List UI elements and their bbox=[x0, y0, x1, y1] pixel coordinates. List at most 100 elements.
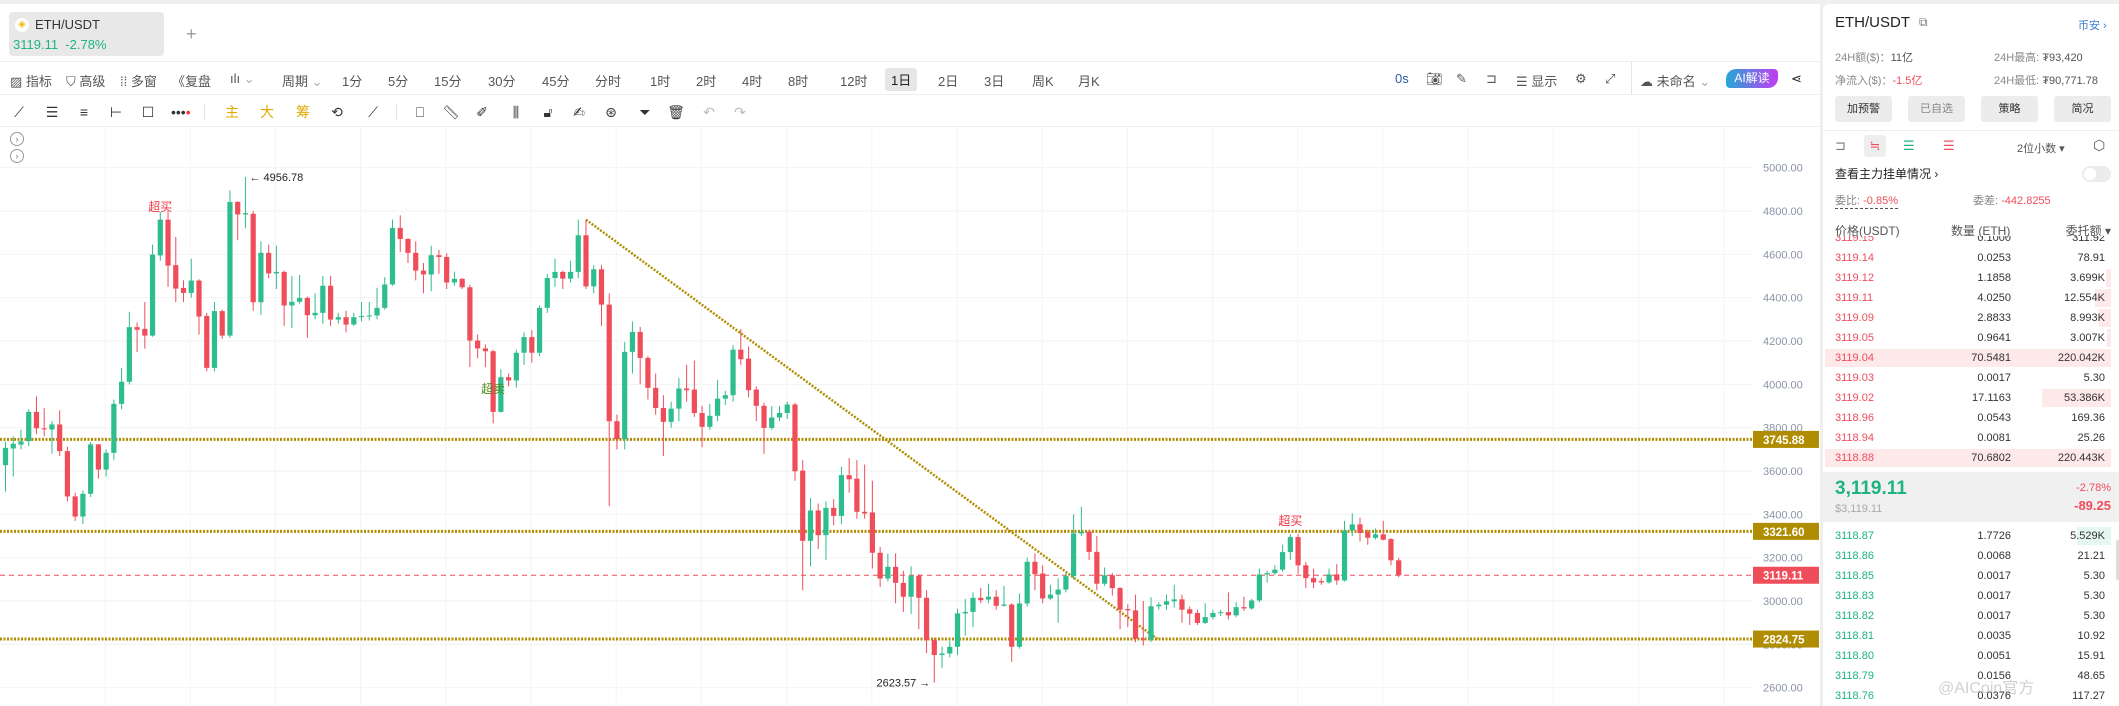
sync-draw-icon[interactable]: ⟲ bbox=[328, 103, 346, 121]
horizontal-line-icon[interactable]: ⊢ bbox=[107, 103, 125, 121]
period-1h[interactable]: 1时 bbox=[650, 71, 670, 90]
period-8h[interactable]: 8时 bbox=[788, 71, 808, 90]
candle-down bbox=[560, 271, 566, 279]
unlock-icon[interactable]: 🔓︎ bbox=[539, 103, 557, 121]
candle-up bbox=[273, 271, 279, 274]
ask-row[interactable]: 3119.14 0.0253 78.91 bbox=[1823, 248, 2113, 268]
period-4h[interactable]: 4时 bbox=[742, 71, 762, 90]
main-orders-toggle[interactable] bbox=[2082, 166, 2111, 182]
settings-icon[interactable]: ⬡ bbox=[2093, 137, 2105, 154]
watchlist-button[interactable]: 已自选 bbox=[1908, 96, 1965, 122]
ask-row[interactable]: 3119.03 0.0017 5.30 bbox=[1823, 368, 2113, 388]
ask-row[interactable]: 3118.88 70.6802 220.443K bbox=[1823, 448, 2113, 468]
notes-icon[interactable]: ✍ bbox=[570, 103, 588, 121]
period-15m[interactable]: 15分 bbox=[434, 71, 461, 90]
display-button[interactable]: ☰ 显示 bbox=[1516, 71, 1557, 90]
copy-icon[interactable]: ⧉ bbox=[1919, 15, 1928, 30]
magnet-icon[interactable]: ⊛ bbox=[602, 103, 620, 121]
chips-button[interactable]: 筹 bbox=[294, 103, 312, 121]
bid-row[interactable]: 3118.87 1.7726 5.529K bbox=[1823, 526, 2113, 546]
settings-gear-icon[interactable]: ⚙ bbox=[1575, 71, 1587, 87]
add-alert-button[interactable]: 加预警 bbox=[1835, 96, 1892, 122]
period-2d[interactable]: 2日 bbox=[938, 71, 958, 90]
main-orders-link[interactable]: 查看主力挂单情况 › bbox=[1835, 165, 1938, 182]
candle-down bbox=[1009, 604, 1015, 647]
multi-window-button[interactable]: ⁞⁞ 多窗 bbox=[120, 71, 157, 90]
big-order-button[interactable]: 大 bbox=[258, 103, 276, 121]
pencil-icon[interactable]: ✎ bbox=[1456, 71, 1467, 87]
bid-row[interactable]: 3118.85 0.0017 5.30 bbox=[1823, 566, 2113, 586]
symbol-tab[interactable]: ◈ ETH/USDT 3119.11 -2.78% bbox=[9, 12, 164, 56]
candle-up bbox=[1218, 612, 1224, 614]
rectangle-icon[interactable]: ☐ bbox=[139, 103, 157, 121]
book-asks-icon[interactable]: ☰ bbox=[1943, 138, 1955, 154]
undo-icon[interactable]: ↶ bbox=[700, 103, 718, 121]
bid-row[interactable]: 3118.82 0.0017 5.30 bbox=[1823, 606, 2113, 626]
add-tab-button[interactable]: + bbox=[186, 24, 197, 45]
period-month[interactable]: 月K bbox=[1078, 71, 1100, 90]
add-window-icon[interactable]: ⊐ bbox=[1486, 71, 1497, 87]
ask-row[interactable]: 3119.11 4.0250 12.554K bbox=[1823, 288, 2113, 308]
decimals-dropdown[interactable]: 2位小数 ▾ bbox=[2017, 140, 2065, 156]
bid-row[interactable]: 3118.81 0.0035 10.92 bbox=[1823, 626, 2113, 646]
chart-type-button[interactable]: ılı ⌄ bbox=[230, 71, 255, 87]
candles-icon[interactable]: ⫼ bbox=[507, 103, 525, 121]
period-3d[interactable]: 3日 bbox=[984, 71, 1004, 90]
book-bids-icon[interactable]: ☰ bbox=[1903, 138, 1915, 154]
order-price: 3118.94 bbox=[1835, 432, 1874, 444]
ask-row[interactable]: 3118.96 0.0543 169.36 bbox=[1823, 408, 2113, 428]
period-1d[interactable]: 1日 bbox=[885, 68, 918, 91]
expand-panel-icon[interactable]: › bbox=[10, 132, 24, 146]
ask-row[interactable]: 3119.15 0.1000 311.92 bbox=[1823, 236, 2113, 248]
redo-icon[interactable]: ↷ bbox=[731, 103, 749, 121]
period-5m[interactable]: 5分 bbox=[388, 71, 408, 90]
period-30m[interactable]: 30分 bbox=[488, 71, 515, 90]
period-week[interactable]: 周K bbox=[1032, 71, 1054, 90]
candle-down bbox=[72, 496, 78, 517]
filter-icon[interactable]: ⏷ bbox=[636, 103, 654, 121]
ask-row[interactable]: 3119.05 0.9641 3.007K bbox=[1823, 328, 2113, 348]
period-12h[interactable]: 12时 bbox=[840, 71, 867, 90]
bookmark-icon[interactable]: ⎕ bbox=[411, 103, 429, 121]
ruler-icon[interactable]: 📏︎ bbox=[442, 103, 460, 121]
more-tools-icon[interactable]: •••• bbox=[171, 103, 191, 121]
main-indicator-button[interactable]: 主 bbox=[223, 103, 241, 121]
candle-down bbox=[691, 389, 697, 413]
indicators-button[interactable]: ▨ 指标 bbox=[10, 71, 52, 90]
period-2h[interactable]: 2时 bbox=[696, 71, 716, 90]
book-both-icon[interactable]: ≒ bbox=[1864, 135, 1886, 157]
bid-row[interactable]: 3118.86 0.0068 21.21 bbox=[1823, 546, 2113, 566]
popout-icon[interactable]: ⊐ bbox=[1835, 138, 1846, 154]
replay-button[interactable]: 《复盘 bbox=[172, 71, 211, 90]
ask-row[interactable]: 3119.12 1.1858 3.699K bbox=[1823, 268, 2113, 288]
expand-panel-icon[interactable]: › bbox=[10, 149, 24, 163]
exchange-link[interactable]: 币安 › bbox=[2078, 17, 2107, 33]
camera-icon[interactable]: 📷︎ bbox=[1426, 71, 1443, 87]
bid-row[interactable]: 3118.80 0.0051 15.91 bbox=[1823, 646, 2113, 666]
advanced-button[interactable]: ⛉ 高级 bbox=[66, 71, 105, 90]
brush-icon[interactable]: ✐ bbox=[473, 103, 491, 121]
order-qty: 70.5481 bbox=[1971, 352, 2011, 364]
magnet-line-icon[interactable]: ⟋ bbox=[364, 103, 382, 121]
period-1m[interactable]: 1分 bbox=[342, 71, 362, 90]
strategy-button[interactable]: 策略 bbox=[1981, 96, 2038, 122]
ask-row[interactable]: 3119.04 70.5481 220.042K bbox=[1823, 348, 2113, 368]
trash-icon[interactable]: 🗑︎ bbox=[667, 103, 685, 121]
layout-dropdown[interactable]: ☁ 未命名 ⌄ bbox=[1640, 71, 1710, 90]
period-dropdown[interactable]: 周期 ⌄ bbox=[282, 71, 323, 90]
parallel-lines-icon[interactable]: ☰ bbox=[43, 103, 61, 121]
ask-row[interactable]: 3119.09 2.8833 8.993K bbox=[1823, 308, 2113, 328]
share-icon[interactable]: ⋖ bbox=[1791, 71, 1802, 87]
bid-row[interactable]: 3118.83 0.0017 5.30 bbox=[1823, 586, 2113, 606]
line-tool-icon[interactable]: ⟋ bbox=[10, 103, 28, 121]
list-icon: ☰ bbox=[1516, 74, 1528, 89]
period-45m[interactable]: 45分 bbox=[542, 71, 569, 90]
horizontal-lines-icon[interactable]: ≡ bbox=[75, 103, 93, 121]
ask-row[interactable]: 3119.02 17.1163 53.386K bbox=[1823, 388, 2113, 408]
fullscreen-icon[interactable]: ⤢ bbox=[1605, 71, 1615, 87]
order-qty: 0.0543 bbox=[1977, 412, 2011, 424]
ask-row[interactable]: 3118.94 0.0081 25.26 bbox=[1823, 428, 2113, 448]
ai-interpret-button[interactable]: AI解读 bbox=[1726, 69, 1778, 88]
overview-button[interactable]: 简况 bbox=[2054, 96, 2111, 122]
period-timeline[interactable]: 分时 bbox=[595, 71, 621, 90]
